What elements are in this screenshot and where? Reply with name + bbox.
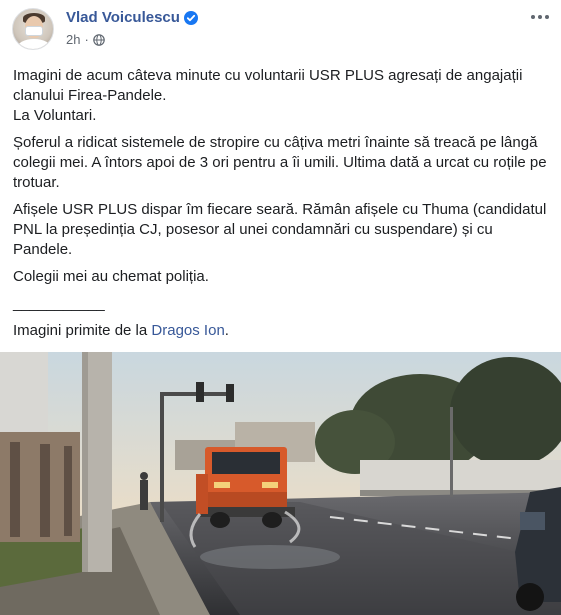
meta-separator: · (84, 32, 89, 47)
post-paragraph: Afișele USR PLUS dispar îm fiecare seară… (13, 201, 547, 258)
post-paragraph: Imagini de acum câteva minute cu volunta… (13, 67, 523, 124)
post-meta: 2h · (66, 32, 105, 47)
post-header: Vlad Voiculescu 2h · (0, 0, 561, 56)
globe-icon[interactable] (93, 33, 105, 46)
verified-badge-icon (183, 10, 198, 25)
credit-link[interactable]: Dragos Ion (151, 322, 224, 339)
image-credit: Imagini primite de la Dragos Ion. (13, 322, 229, 339)
author-avatar[interactable] (12, 8, 54, 50)
post-photo[interactable] (0, 352, 561, 615)
post-paragraph: Colegii mei au chemat poliția. (13, 268, 209, 285)
more-options-button[interactable] (529, 8, 551, 26)
post-text: Imagini de acum câteva minute cu volunta… (13, 66, 549, 341)
separator-line: ___________ (13, 295, 105, 312)
author-name[interactable]: Vlad Voiculescu (66, 9, 180, 26)
more-options-icon (531, 15, 535, 19)
post-timestamp[interactable]: 2h (66, 32, 80, 47)
post-paragraph: Șoferul a ridicat sistemele de stropire … (13, 134, 547, 191)
author-line: Vlad Voiculescu (66, 9, 198, 26)
street-photo-illustration (0, 352, 561, 615)
